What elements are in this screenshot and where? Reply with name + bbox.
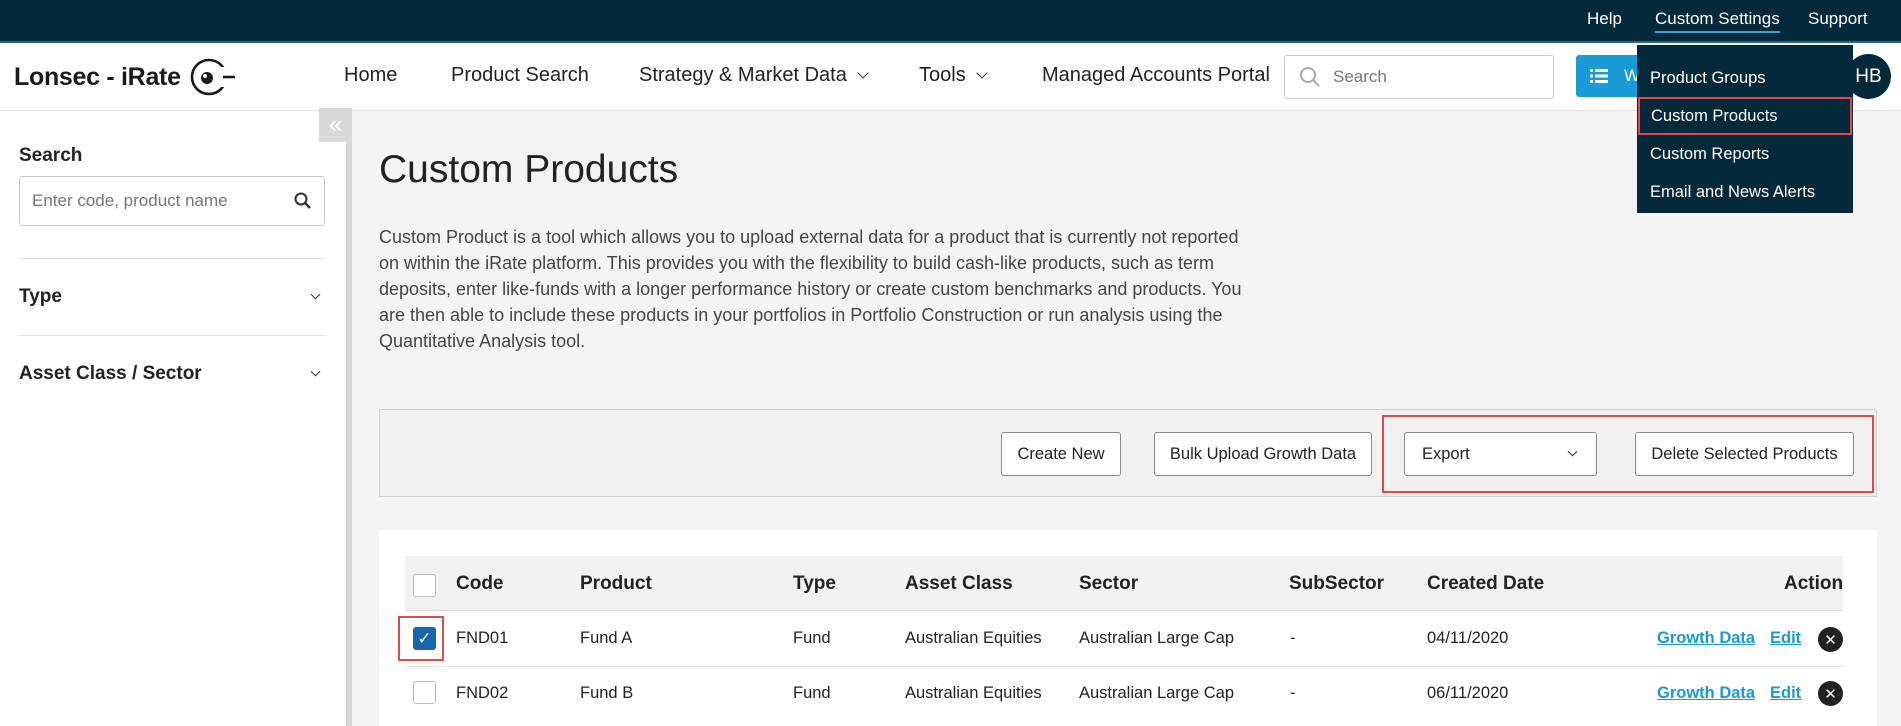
main-header: Lonsec - iRate Home Product Search Strat…: [0, 43, 1901, 111]
cell-subsector: -: [1290, 684, 1296, 702]
filter-type[interactable]: Type: [19, 286, 325, 308]
highlight-box: [1382, 415, 1874, 493]
cell-created-date: 06/11/2020: [1427, 684, 1509, 702]
cell-product: Fund B: [580, 684, 634, 702]
chevron-down-icon: [857, 67, 869, 79]
cell-subsector: -: [1290, 629, 1296, 647]
sidebar-divider[interactable]: [346, 111, 352, 726]
cell-product: Fund A: [580, 629, 633, 647]
delete-icon[interactable]: ✕: [1818, 681, 1843, 706]
cell-asset-class: Australian Equities: [905, 684, 1042, 702]
nav-tools[interactable]: Tools: [919, 64, 988, 87]
select-all-checkbox[interactable]: [413, 574, 436, 597]
col-asset-class[interactable]: Asset Class: [905, 573, 1013, 595]
sidebar-divider-line: [19, 335, 325, 336]
logo-eye-icon: [190, 58, 235, 96]
nav-strategy-market-data[interactable]: Strategy & Market Data: [639, 64, 869, 87]
menu-item-custom-products[interactable]: Custom Products: [1638, 97, 1852, 135]
support-link[interactable]: Support: [1808, 9, 1868, 29]
list-icon: [1590, 69, 1608, 83]
nav-home[interactable]: Home: [344, 64, 397, 87]
nav-strategy-label: Strategy & Market Data: [639, 64, 847, 86]
cell-created-date: 04/11/2020: [1427, 629, 1509, 647]
filter-asset-class-label: Asset Class / Sector: [19, 363, 202, 384]
menu-item-email-news-alerts[interactable]: Email and News Alerts: [1637, 173, 1853, 211]
col-subsector[interactable]: SubSector: [1289, 573, 1384, 595]
nav-managed-accounts-label: Managed Accounts Portal: [1042, 64, 1270, 86]
logo[interactable]: Lonsec - iRate: [14, 57, 237, 97]
growth-data-link[interactable]: Growth Data: [1657, 684, 1755, 703]
search-icon[interactable]: [294, 192, 312, 210]
cell-code: FND02: [456, 684, 509, 702]
highlight-box: [398, 616, 444, 661]
custom-settings-dropdown: Product Groups Custom Products Custom Re…: [1637, 45, 1853, 213]
sidebar-search-input[interactable]: [32, 191, 282, 211]
nav-managed-accounts-portal[interactable]: Managed Accounts Portal: [1042, 64, 1270, 87]
search-icon: [1300, 67, 1320, 87]
page-title: Custom Products: [379, 148, 679, 191]
chevron-down-icon: [310, 366, 321, 377]
sidebar-collapse-button[interactable]: «: [319, 108, 352, 142]
cell-type: Fund: [793, 629, 831, 647]
cell-type: Fund: [793, 684, 831, 702]
delete-icon[interactable]: ✕: [1818, 627, 1843, 652]
growth-data-link[interactable]: Growth Data: [1657, 629, 1755, 648]
nav-home-label: Home: [344, 64, 398, 86]
col-action: Action: [1784, 573, 1844, 594]
row-checkbox[interactable]: [413, 681, 436, 704]
cell-sector: Australian Large Cap: [1079, 684, 1235, 702]
custom-settings-link[interactable]: Custom Settings: [1655, 9, 1780, 33]
utility-bar: Help Custom Settings Support: [0, 0, 1901, 43]
logo-text: Lonsec - iRate: [14, 62, 181, 91]
filter-asset-class-sector[interactable]: Asset Class / Sector: [19, 363, 325, 385]
cell-sector: Australian Large Cap: [1079, 629, 1235, 647]
help-link[interactable]: Help: [1587, 9, 1622, 29]
col-product[interactable]: Product: [580, 573, 652, 595]
col-sector[interactable]: Sector: [1079, 573, 1138, 595]
header-search-input[interactable]: [1333, 67, 1533, 87]
cell-code: FND01: [456, 629, 509, 647]
page-description: Custom Product is a tool which allows yo…: [379, 227, 1242, 351]
col-type[interactable]: Type: [793, 573, 836, 595]
header-search[interactable]: [1284, 55, 1554, 99]
sidebar-search[interactable]: [19, 176, 325, 226]
sidebar-divider-line: [19, 258, 325, 259]
menu-item-product-groups[interactable]: Product Groups: [1637, 59, 1853, 97]
edit-link[interactable]: Edit: [1770, 684, 1801, 703]
create-new-button[interactable]: Create New: [1001, 432, 1121, 476]
bulk-upload-growth-data-button[interactable]: Bulk Upload Growth Data: [1154, 432, 1372, 476]
nav-product-search-label: Product Search: [451, 64, 589, 86]
chevron-down-icon: [976, 67, 988, 79]
filter-type-label: Type: [19, 286, 62, 307]
row-divider: [405, 666, 1843, 667]
col-created-date[interactable]: Created Date: [1427, 573, 1544, 595]
cell-asset-class: Australian Equities: [905, 629, 1042, 647]
menu-item-custom-reports[interactable]: Custom Reports: [1637, 135, 1853, 173]
sidebar-search-label: Search: [19, 145, 83, 166]
nav-product-search[interactable]: Product Search: [451, 64, 589, 87]
chevron-down-icon: [310, 289, 321, 300]
nav-tools-label: Tools: [919, 64, 966, 86]
col-code[interactable]: Code: [456, 573, 504, 595]
edit-link[interactable]: Edit: [1770, 629, 1801, 648]
